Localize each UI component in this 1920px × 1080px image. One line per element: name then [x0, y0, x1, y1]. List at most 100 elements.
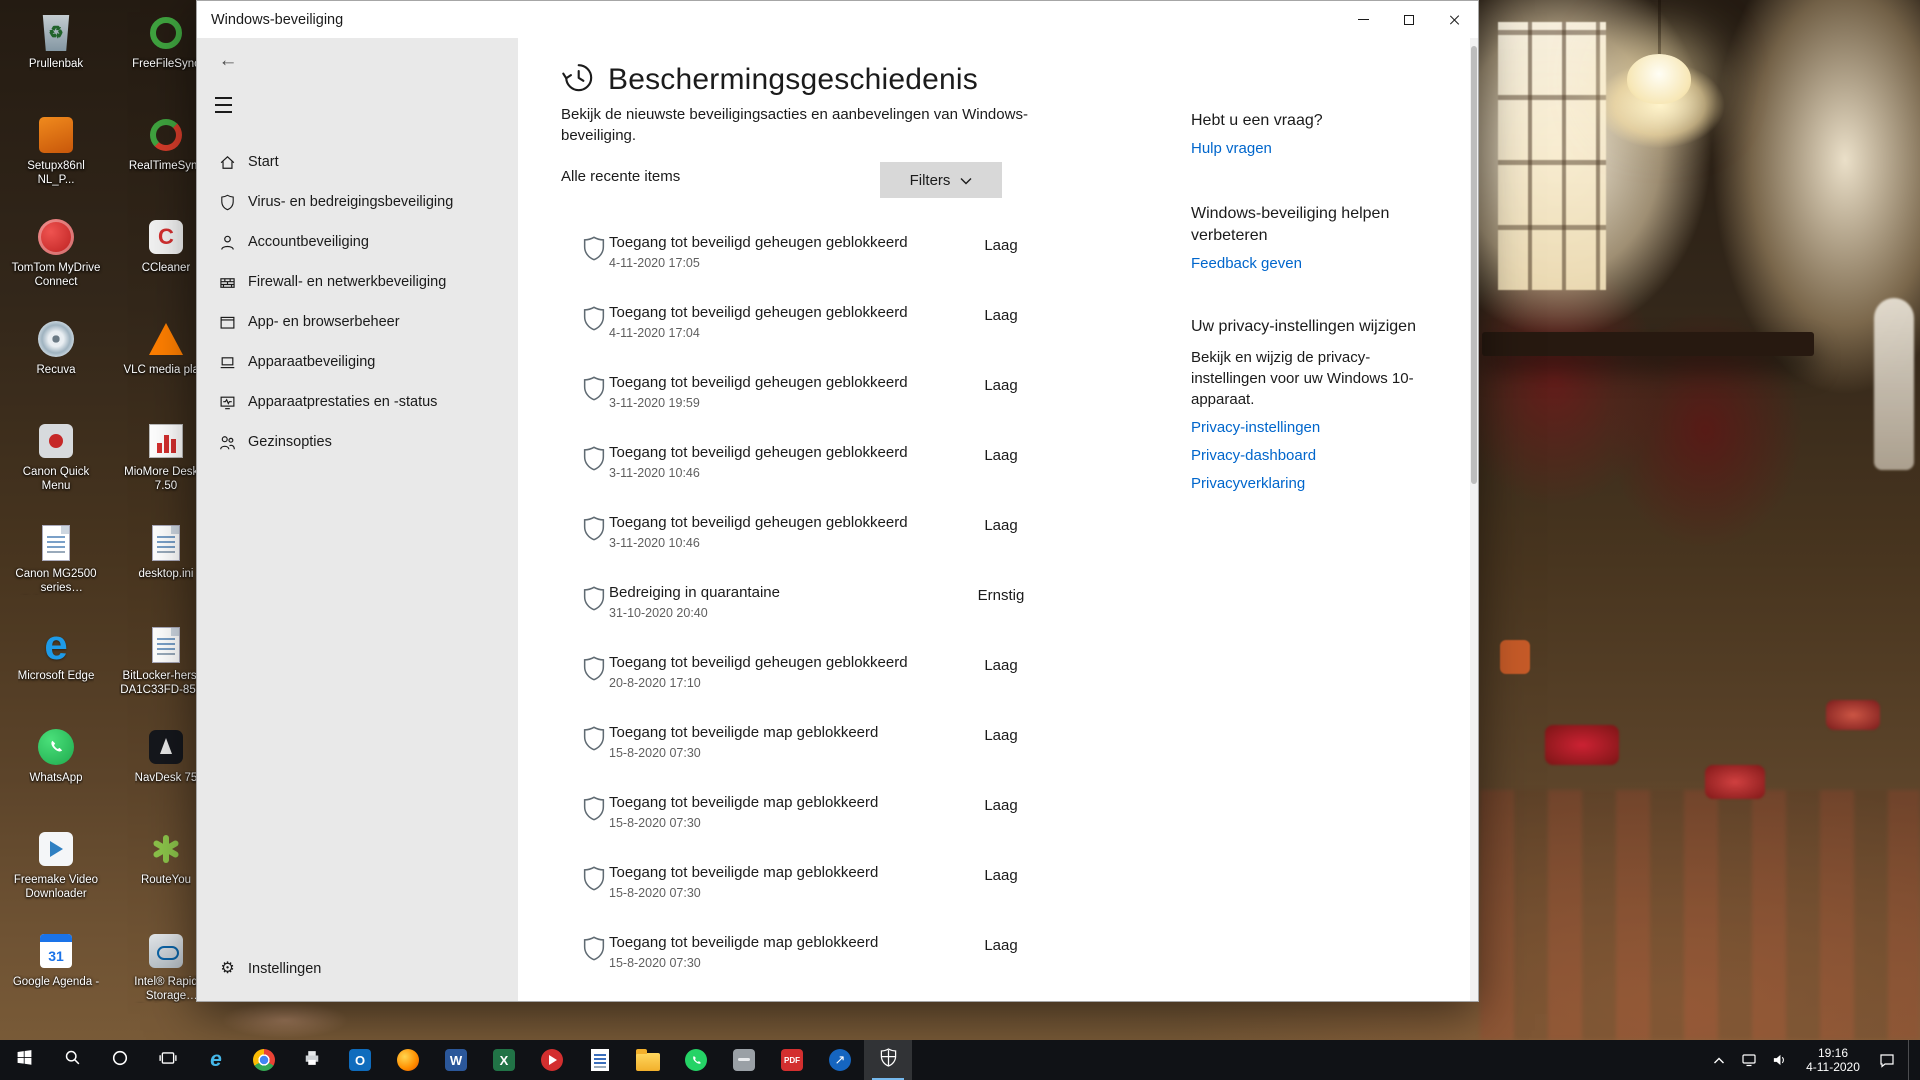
hidden-icons-chevron[interactable]	[1710, 1051, 1728, 1069]
event-row[interactable]: Toegang tot beveiligd geheugen geblokkee…	[561, 296, 1121, 366]
event-row[interactable]: Toegang tot beveiligde map geblokkeerd 1…	[561, 716, 1121, 786]
photo-rug	[1480, 790, 1920, 1040]
event-severity: Laag	[961, 867, 1041, 884]
event-row[interactable]: Toegang tot beveiligde map geblokkeerd 1…	[561, 926, 1121, 996]
event-row[interactable]: Toegang tot beveiligd geheugen geblokkee…	[561, 436, 1121, 506]
event-severity: Ernstig	[961, 587, 1041, 604]
desktop-icon-google-agenda[interactable]: 31 Google Agenda -	[8, 930, 104, 1032]
sidebar-item-accountbeveiliging[interactable]: Accountbeveiliging	[197, 222, 518, 262]
event-title: Toegang tot beveiligd geheugen geblokkee…	[609, 234, 908, 251]
minimize-button[interactable]	[1340, 1, 1386, 38]
media-player-icon	[541, 1049, 563, 1071]
desktop-icon-edge[interactable]: e Microsoft Edge	[8, 624, 104, 726]
person-icon	[219, 234, 236, 251]
privacy-statement-link[interactable]: Privacyverklaring	[1191, 473, 1439, 494]
close-button[interactable]	[1432, 1, 1478, 38]
sidebar-item-start[interactable]: Start	[197, 142, 518, 182]
sidebar-item-firewall-netwerk[interactable]: Firewall- en netwerkbeveiliging	[197, 262, 518, 302]
back-button[interactable]: ←	[211, 46, 245, 76]
family-icon	[219, 434, 236, 451]
action-center-icon[interactable]	[1878, 1051, 1896, 1069]
taskbar-app-gray-utility[interactable]	[720, 1040, 768, 1080]
taskbar-app-outlook[interactable]: O	[336, 1040, 384, 1080]
health-monitor-icon	[219, 394, 236, 411]
desktop-icon-recuva[interactable]: Recuva	[8, 318, 104, 420]
taskbar-app-word[interactable]: W	[432, 1040, 480, 1080]
defender-shield-icon	[879, 1048, 898, 1072]
shield-icon	[583, 516, 605, 546]
taskbar-app-windows-security[interactable]	[864, 1040, 912, 1080]
taskbar-app-file-explorer[interactable]	[624, 1040, 672, 1080]
feedback-link[interactable]: Feedback geven	[1191, 255, 1439, 272]
clock-time: 19:16	[1800, 1046, 1866, 1060]
photo-lamp-cord	[1658, 0, 1661, 58]
event-row[interactable]: Toegang tot beveiligde map geblokkeerd 1…	[561, 856, 1121, 926]
help-improve-title: Windows-beveiliging helpen verbeteren	[1191, 203, 1439, 247]
shield-icon	[583, 376, 605, 406]
history-icon	[561, 60, 595, 99]
taskbar-app-pdf[interactable]: PDF	[768, 1040, 816, 1080]
desktop-icon-prullenbak[interactable]: ♻ Prullenbak	[8, 12, 104, 114]
scrollbar-thumb[interactable]	[1471, 46, 1477, 484]
taskbar-app-printer[interactable]	[288, 1040, 336, 1080]
event-row[interactable]: Toegang tot beveiligd geheugen geblokkee…	[561, 366, 1121, 436]
sidebar-item-instellingen[interactable]: ⚙ Instellingen	[197, 949, 518, 989]
maximize-button[interactable]	[1386, 1, 1432, 38]
taskbar-app-whatsapp[interactable]	[672, 1040, 720, 1080]
event-row[interactable]: Toegang tot beveiligd geheugen geblokkee…	[561, 506, 1121, 576]
sidebar-item-virus-bedreiging[interactable]: Virus- en bedreigingsbeveiliging	[197, 182, 518, 222]
show-desktop-button[interactable]	[1908, 1040, 1914, 1080]
help-question-link[interactable]: Hulp vragen	[1191, 140, 1439, 157]
scope-label: Alle recente items	[561, 168, 680, 185]
search-button[interactable]	[48, 1040, 96, 1080]
cortana-button[interactable]	[96, 1040, 144, 1080]
event-severity: Laag	[961, 307, 1041, 324]
desktop-icon-setup[interactable]: Setupx86nl NL_P...	[8, 114, 104, 216]
sidebar-item-gezinsopties[interactable]: Gezinsopties	[197, 422, 518, 462]
titlebar[interactable]: Windows-beveiliging	[197, 1, 1478, 38]
firewall-icon	[219, 274, 236, 291]
taskbar-app-internet-explorer[interactable]: e	[192, 1040, 240, 1080]
desktop-icon-canon-quick-menu[interactable]: Canon Quick Menu	[8, 420, 104, 522]
task-view-button[interactable]	[144, 1040, 192, 1080]
network-icon[interactable]	[1740, 1051, 1758, 1069]
sidebar-item-apparaatprestaties[interactable]: Apparaatprestaties en -status	[197, 382, 518, 422]
internet-explorer-icon: e	[210, 1048, 222, 1072]
taskbar-app-remote[interactable]: ↗	[816, 1040, 864, 1080]
shield-icon	[583, 866, 605, 896]
printer-icon	[302, 1048, 322, 1073]
filters-button[interactable]: Filters	[880, 162, 1002, 198]
excel-icon: X	[493, 1049, 515, 1071]
taskbar-app-media-player[interactable]	[528, 1040, 576, 1080]
scrollbar[interactable]	[1470, 38, 1478, 1001]
disc-icon	[38, 321, 74, 357]
event-row[interactable]: Toegang tot beveiligd geheugen geblokkee…	[561, 226, 1121, 296]
desktop-icon-label: RouteYou	[141, 873, 191, 887]
privacy-settings-link[interactable]: Privacy-instellingen	[1191, 417, 1439, 438]
sidebar-item-apparaatbeveiliging[interactable]: Apparaatbeveiliging	[197, 342, 518, 382]
event-severity: Laag	[961, 517, 1041, 534]
sidebar: ← Start Virus- en bedreigingsbeveiliging	[197, 38, 518, 1001]
volume-icon[interactable]	[1770, 1051, 1788, 1069]
desktop-icon-whatsapp[interactable]: WhatsApp	[8, 726, 104, 828]
event-row[interactable]: Toegang tot beveiligd geheugen geblokkee…	[561, 646, 1121, 716]
event-row[interactable]: Toegang tot beveiligde map geblokkeerd 1…	[561, 786, 1121, 856]
arrow-app-icon: ↗	[829, 1049, 851, 1071]
event-row[interactable]: Bedreiging in quarantaine 31-10-2020 20:…	[561, 576, 1121, 646]
privacy-dashboard-link[interactable]: Privacy-dashboard	[1191, 445, 1439, 466]
outlook-icon: O	[349, 1049, 371, 1071]
taskbar-app-document[interactable]	[576, 1040, 624, 1080]
document-icon	[152, 525, 180, 561]
taskbar-clock[interactable]: 19:16 4-11-2020	[1800, 1046, 1866, 1074]
menu-toggle-button[interactable]	[215, 94, 241, 116]
desktop-icon-canon-document[interactable]: Canon MG2500 series Schermhan...	[8, 522, 104, 624]
taskbar-app-firefox[interactable]	[384, 1040, 432, 1080]
event-date: 15-8-2020 07:30	[609, 956, 701, 970]
system-tray: 19:16 4-11-2020	[1710, 1040, 1920, 1080]
taskbar-app-excel[interactable]: X	[480, 1040, 528, 1080]
start-button[interactable]	[0, 1040, 48, 1080]
taskbar-app-chrome[interactable]	[240, 1040, 288, 1080]
sidebar-item-app-browser[interactable]: App- en browserbeheer	[197, 302, 518, 342]
desktop-icon-freemake[interactable]: Freemake Video Downloader	[8, 828, 104, 930]
desktop-icon-tomtom[interactable]: TomTom MyDrive Connect	[8, 216, 104, 318]
